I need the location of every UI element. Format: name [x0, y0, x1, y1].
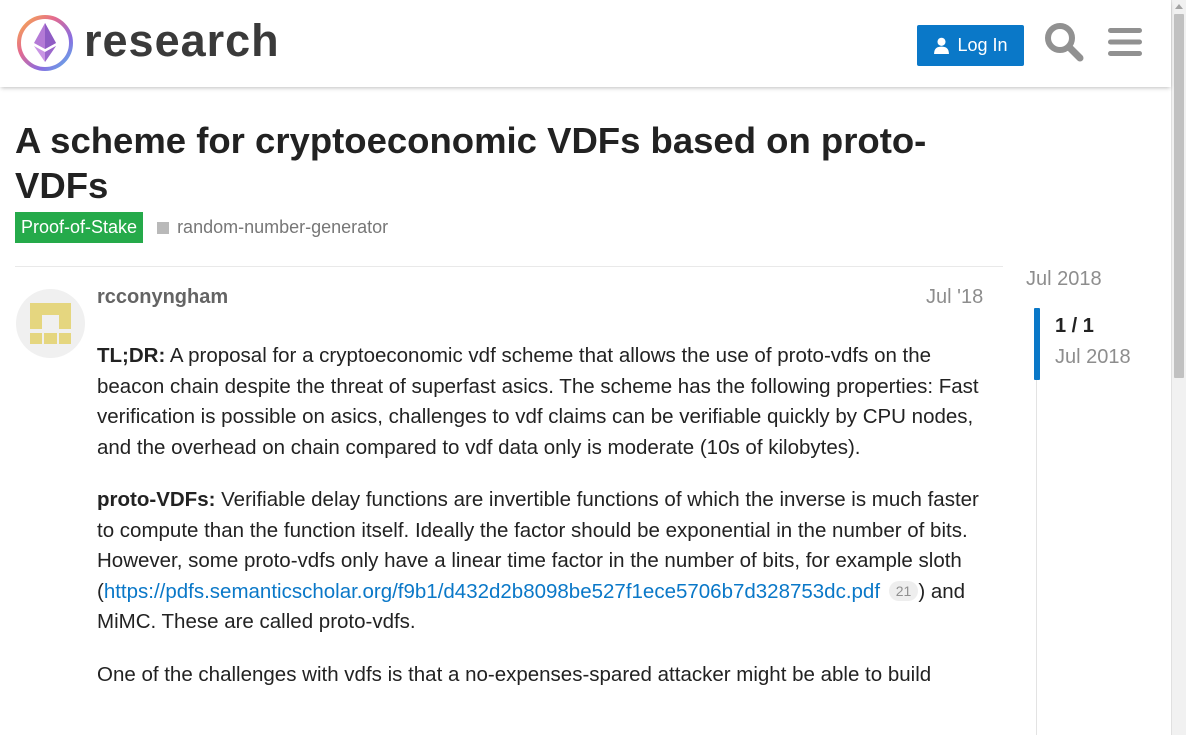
site-header: research Log In — [0, 0, 1171, 87]
hamburger-menu-button[interactable] — [1103, 20, 1147, 64]
topic-title[interactable]: A scheme for cryptoeconomic VDFs based o… — [15, 118, 1005, 208]
topic-tags: Proof-of-Stake random-number-generator — [15, 212, 388, 243]
tag-link[interactable]: random-number-generator — [157, 217, 388, 238]
post-paragraph: TL;DR: A proposal for a cryptoeconomic v… — [97, 341, 992, 463]
category-badge[interactable]: Proof-of-Stake — [15, 212, 144, 243]
proto-vdfs-label: proto-VDFs: — [97, 488, 216, 511]
post-paragraph: proto-VDFs: Verifiable delay functions a… — [97, 485, 992, 638]
user-icon — [934, 37, 950, 54]
search-button[interactable] — [1042, 20, 1086, 64]
sloth-paper-link[interactable]: https://pdfs.semanticscholar.org/f9b1/d4… — [104, 580, 880, 603]
topic-divider — [15, 266, 1003, 267]
search-icon — [1045, 23, 1084, 62]
link-click-count: 21 — [888, 580, 919, 601]
timeline-scroller-handle[interactable] — [1034, 308, 1040, 380]
timeline-current-date: Jul 2018 — [1055, 346, 1131, 368]
scroll-up-arrow-icon[interactable] — [1175, 4, 1183, 9]
logo-text: research — [84, 15, 280, 66]
tag-label: random-number-generator — [177, 217, 389, 237]
tldr-label: TL;DR: — [97, 344, 166, 367]
avatar-identicon-icon — [16, 289, 85, 358]
research-logo-icon — [17, 15, 73, 71]
timeline-start-date[interactable]: Jul 2018 — [1026, 268, 1102, 291]
login-label: Log In — [957, 35, 1008, 55]
scrollbar-thumb[interactable] — [1174, 14, 1184, 378]
post-paragraph: One of the challenges with vdfs is that … — [97, 662, 932, 686]
login-button[interactable]: Log In — [917, 25, 1024, 66]
avatar[interactable] — [16, 289, 85, 358]
timeline-position: 1 / 1 — [1055, 315, 1094, 337]
tldr-text: A proposal for a cryptoeconomic vdf sche… — [97, 344, 979, 459]
post-body: TL;DR: A proposal for a cryptoeconomic v… — [97, 341, 992, 712]
hamburger-menu-icon — [1108, 28, 1142, 56]
tag-square-icon — [157, 221, 170, 234]
post-date[interactable]: Jul '18 — [926, 286, 983, 309]
site-logo-link[interactable]: research — [16, 14, 280, 72]
page-scrollbar[interactable] — [1171, 0, 1186, 735]
post-username[interactable]: rcconyngham — [97, 286, 228, 309]
